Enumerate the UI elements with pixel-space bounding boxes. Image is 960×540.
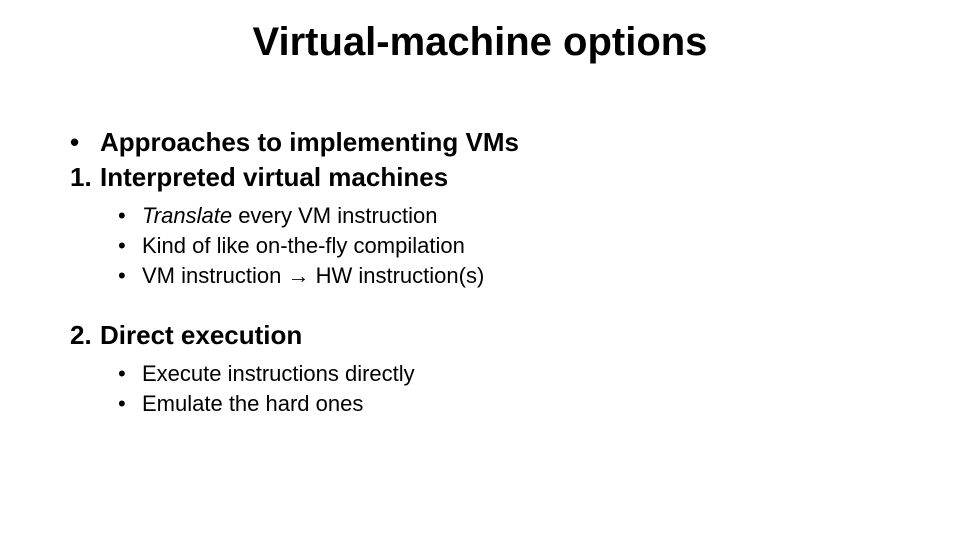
sub-item-text: Emulate the hard ones: [142, 389, 890, 419]
bullet-icon: •: [70, 125, 100, 160]
list-item: 2. Direct execution: [70, 318, 890, 353]
section-number: 1.: [70, 160, 100, 195]
bullet-icon: •: [118, 231, 142, 261]
bullet-icon: •: [118, 389, 142, 419]
list-item: • VM instruction → HW instruction(s): [118, 261, 890, 291]
list-item: • Emulate the hard ones: [118, 389, 890, 419]
plain-text: every VM instruction: [232, 203, 437, 228]
list-item: • Approaches to implementing VMs: [70, 125, 890, 160]
list-item: • Translate every VM instruction: [118, 201, 890, 231]
slide-content: • Approaches to implementing VMs 1. Inte…: [70, 125, 890, 447]
slide-title: Virtual-machine options: [0, 20, 960, 65]
approaches-label: Approaches to implementing VMs: [100, 125, 890, 160]
list-item: • Kind of like on-the-fly compilation: [118, 231, 890, 261]
sub-item-text: Kind of like on-the-fly compilation: [142, 231, 890, 261]
list-item: 1. Interpreted virtual machines: [70, 160, 890, 195]
bullet-icon: •: [118, 261, 142, 291]
sublist: • Execute instructions directly • Emulat…: [118, 359, 890, 418]
sublist: • Translate every VM instruction • Kind …: [118, 201, 890, 290]
slide: Virtual-machine options • Approaches to …: [0, 0, 960, 540]
sub-item-text: VM instruction → HW instruction(s): [142, 261, 890, 291]
list-item: • Execute instructions directly: [118, 359, 890, 389]
sub-item-text: Translate every VM instruction: [142, 201, 890, 231]
italic-text: Translate: [142, 203, 232, 228]
section-heading: Direct execution: [100, 318, 890, 353]
section-heading: Interpreted virtual machines: [100, 160, 890, 195]
sub-item-text: Execute instructions directly: [142, 359, 890, 389]
section-number: 2.: [70, 318, 100, 353]
bullet-icon: •: [118, 201, 142, 231]
bullet-icon: •: [118, 359, 142, 389]
